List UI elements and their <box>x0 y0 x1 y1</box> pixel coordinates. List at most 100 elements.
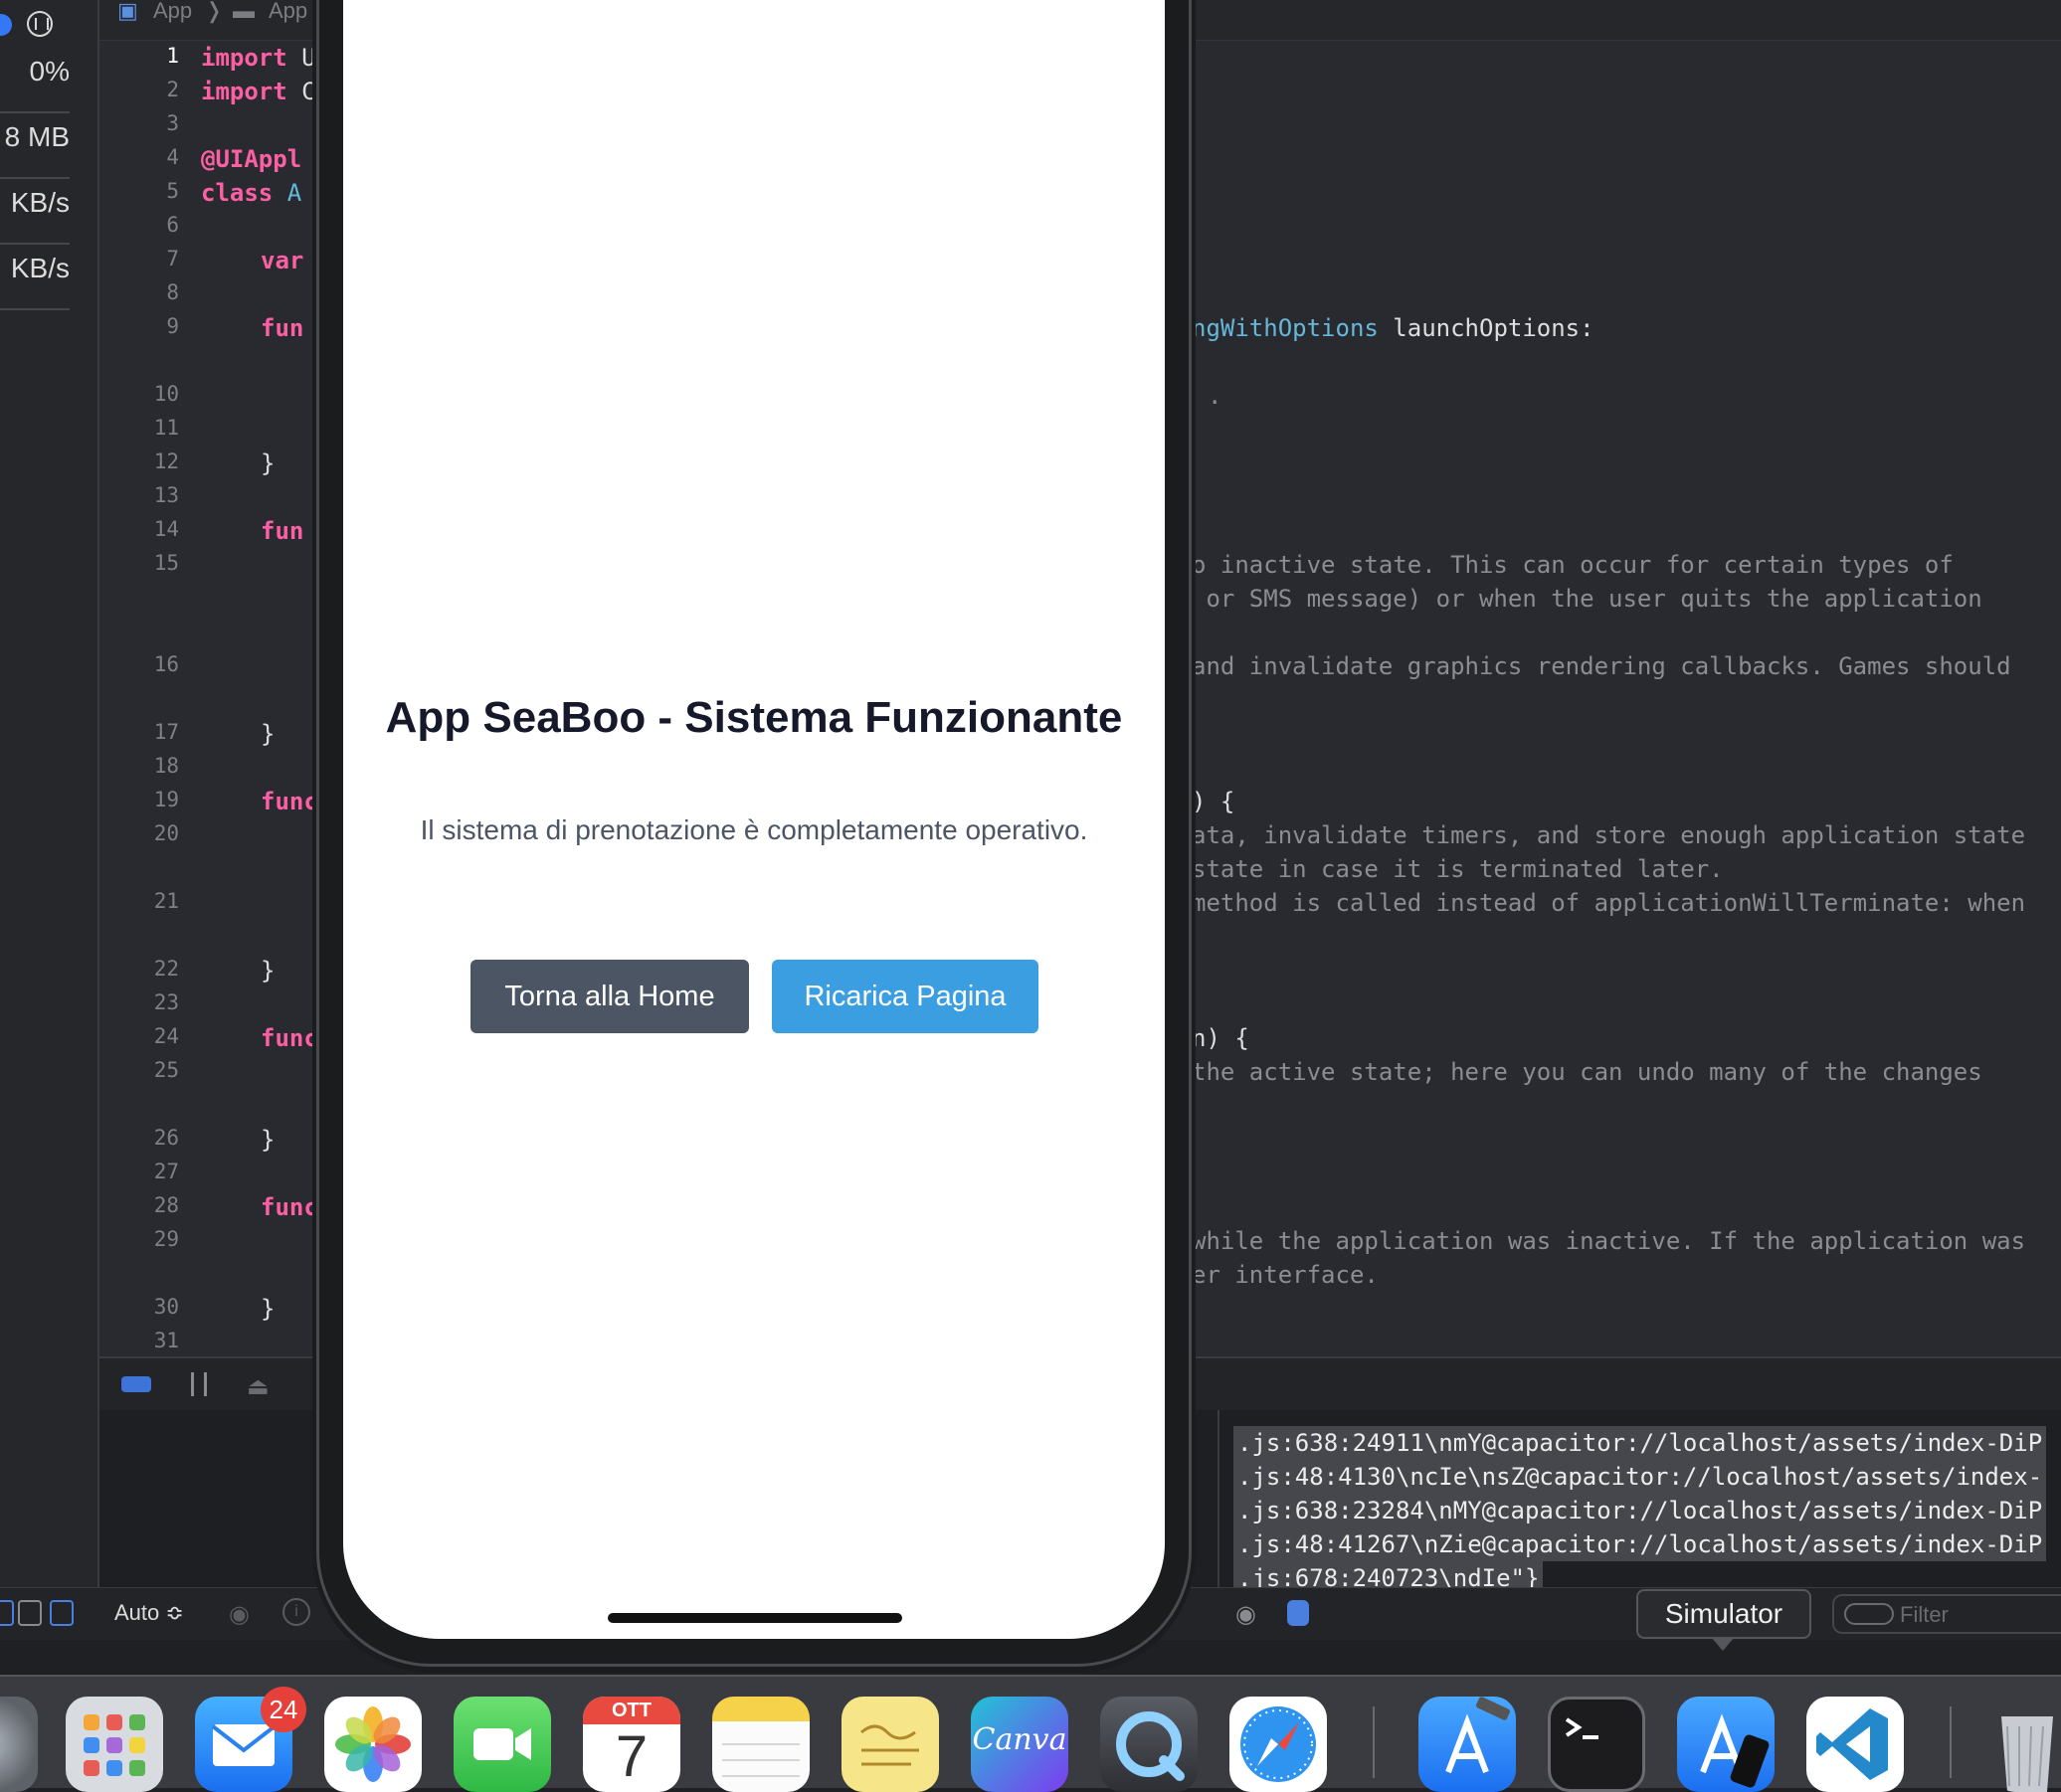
line-number[interactable]: 2 <box>101 78 179 101</box>
console-eye-icon[interactable]: ◉ <box>1235 1600 1256 1629</box>
line-number[interactable]: 17 <box>101 720 179 744</box>
line-number[interactable]: 6 <box>101 213 179 237</box>
network-out-gauge[interactable]: KB/s <box>0 253 70 284</box>
code-line-16-tail: and invalidate graphics rendering callba… <box>1192 652 2011 680</box>
photos-icon[interactable] <box>324 1697 422 1792</box>
code-line-29-wrap: er interface. <box>1192 1261 1379 1289</box>
vscode-icon[interactable] <box>1806 1697 1904 1792</box>
page-title: App SeaBoo - Sistema Funzionante <box>385 693 1123 742</box>
breadcrumb-folder[interactable]: App <box>269 0 307 24</box>
line-number[interactable]: 4 <box>101 145 179 169</box>
code-line-30: } <box>261 1295 276 1323</box>
code-line-7: var <box>261 247 304 274</box>
pause-icon[interactable] <box>191 1372 207 1396</box>
launchpad-icon[interactable] <box>66 1697 163 1792</box>
line-number[interactable]: 8 <box>101 280 179 304</box>
simulator-screen[interactable]: App SeaBoo - Sistema Funzionante Il sist… <box>343 0 1165 1639</box>
network-in-gauge[interactable]: KB/s <box>0 187 70 219</box>
safari-icon[interactable] <box>1229 1697 1327 1792</box>
back-home-button[interactable]: Torna alla Home <box>470 960 749 1033</box>
line-number[interactable]: 3 <box>101 111 179 135</box>
line-number[interactable]: 1 <box>101 44 179 68</box>
info-icon[interactable]: i <box>282 1598 310 1626</box>
terminal-icon[interactable] <box>1548 1697 1645 1792</box>
breakpoints-toggle-button[interactable] <box>121 1376 151 1392</box>
line-number[interactable]: 25 <box>101 1058 179 1082</box>
step-over-icon[interactable]: ⏏ <box>247 1372 270 1401</box>
code-line-10-tail: . <box>1208 382 1222 410</box>
home-indicator[interactable] <box>608 1613 902 1623</box>
system-settings-icon[interactable] <box>0 1697 38 1792</box>
code-line-20-tail: ata, invalidate timers, and store enough… <box>1192 821 2026 849</box>
line-number[interactable]: 12 <box>101 449 179 473</box>
canva-icon[interactable]: Canva <box>971 1697 1068 1792</box>
folder-icon: ▬ <box>233 0 255 23</box>
gauge-divider <box>0 308 70 310</box>
eye-icon[interactable]: ◉ <box>229 1600 250 1629</box>
simulator-icon[interactable] <box>1677 1697 1775 1792</box>
line-number[interactable]: 20 <box>101 821 179 845</box>
breadcrumb-project[interactable]: App <box>153 0 192 24</box>
console-output[interactable]: .js:638:24911\nmY@capacitor://localhost/… <box>1219 1410 2061 1595</box>
console-filter-field[interactable]: Filter <box>1832 1594 2061 1634</box>
line-number[interactable]: 30 <box>101 1295 179 1319</box>
project-icon[interactable]: ▣ <box>117 0 138 24</box>
line-number[interactable]: 7 <box>101 247 179 270</box>
code-line-28: func <box>261 1193 318 1221</box>
line-number[interactable]: 24 <box>101 1024 179 1048</box>
gauge-status-dot <box>0 14 12 36</box>
line-number[interactable]: 19 <box>101 788 179 811</box>
line-number[interactable]: 10 <box>101 382 179 406</box>
stickies-icon[interactable] <box>842 1697 939 1792</box>
notes-icon[interactable] <box>712 1697 810 1792</box>
code-line-9-tail: ngWithOptions launchOptions: <box>1192 314 1594 342</box>
code-line-15-wrap: or SMS message) or when the user quits t… <box>1192 585 1982 613</box>
code-line-9: fun <box>261 314 304 342</box>
line-number[interactable]: 15 <box>101 551 179 575</box>
gauge-divider <box>0 111 70 113</box>
line-number[interactable]: 27 <box>101 1160 179 1183</box>
breadcrumb-separator: ❭ <box>205 0 224 23</box>
variables-scope-select[interactable]: Auto ≎ <box>114 1600 184 1626</box>
line-number[interactable]: 23 <box>101 990 179 1014</box>
code-line-26: } <box>261 1126 276 1154</box>
facetime-icon[interactable] <box>454 1697 551 1792</box>
trash-icon[interactable] <box>1993 1697 2061 1792</box>
line-number[interactable]: 5 <box>101 179 179 203</box>
line-number[interactable]: 26 <box>101 1126 179 1150</box>
line-number[interactable]: 29 <box>101 1227 179 1251</box>
console-line: .js:48:41267\nZie@capacitor://localhost/… <box>1233 1527 2047 1561</box>
line-number[interactable]: 22 <box>101 957 179 981</box>
console-filter-toggle-icon[interactable] <box>1287 1600 1309 1626</box>
gauge-activity-icon[interactable] <box>27 11 53 37</box>
debug-gauges-panel: 0% 8 MB KB/s KB/s <box>0 0 99 1637</box>
line-number[interactable]: 21 <box>101 889 179 913</box>
quicktime-icon[interactable] <box>1100 1697 1198 1792</box>
code-line-14: fun <box>261 517 304 545</box>
cpu-gauge[interactable]: 0% <box>0 56 70 88</box>
line-number[interactable]: 18 <box>101 754 179 778</box>
line-number[interactable]: 11 <box>101 416 179 440</box>
line-number[interactable]: 28 <box>101 1193 179 1217</box>
console-line: .js:638:24911\nmY@capacitor://localhost/… <box>1233 1426 2047 1460</box>
memory-gauge[interactable]: 8 MB <box>0 121 70 153</box>
filter-icon <box>1844 1603 1894 1625</box>
line-number[interactable]: 16 <box>101 652 179 676</box>
xcode-icon[interactable] <box>1418 1697 1516 1792</box>
line-number[interactable]: 9 <box>101 314 179 338</box>
code-line-29-tail: while the application was inactive. If t… <box>1192 1227 2026 1255</box>
left-panel-icon[interactable] <box>0 1600 14 1626</box>
line-number[interactable]: 13 <box>101 483 179 507</box>
bottom-panel-icon[interactable] <box>18 1600 42 1626</box>
reload-page-button[interactable]: Ricarica Pagina <box>772 960 1038 1033</box>
macos-dock: OTT 7 Canva <box>0 1675 2061 1792</box>
code-line-2: import C <box>201 78 316 105</box>
status-message: Il sistema di prenotazione è completamen… <box>420 814 1088 845</box>
code-line-21-tail: method is called instead of applicationW… <box>1192 889 2026 917</box>
gauge-divider <box>0 243 70 245</box>
line-number[interactable]: 14 <box>101 517 179 541</box>
calendar-icon[interactable]: OTT 7 <box>583 1697 680 1792</box>
line-number[interactable]: 31 <box>101 1329 179 1352</box>
right-panel-icon[interactable] <box>50 1600 74 1626</box>
tooltip-arrow <box>1711 1637 1735 1651</box>
